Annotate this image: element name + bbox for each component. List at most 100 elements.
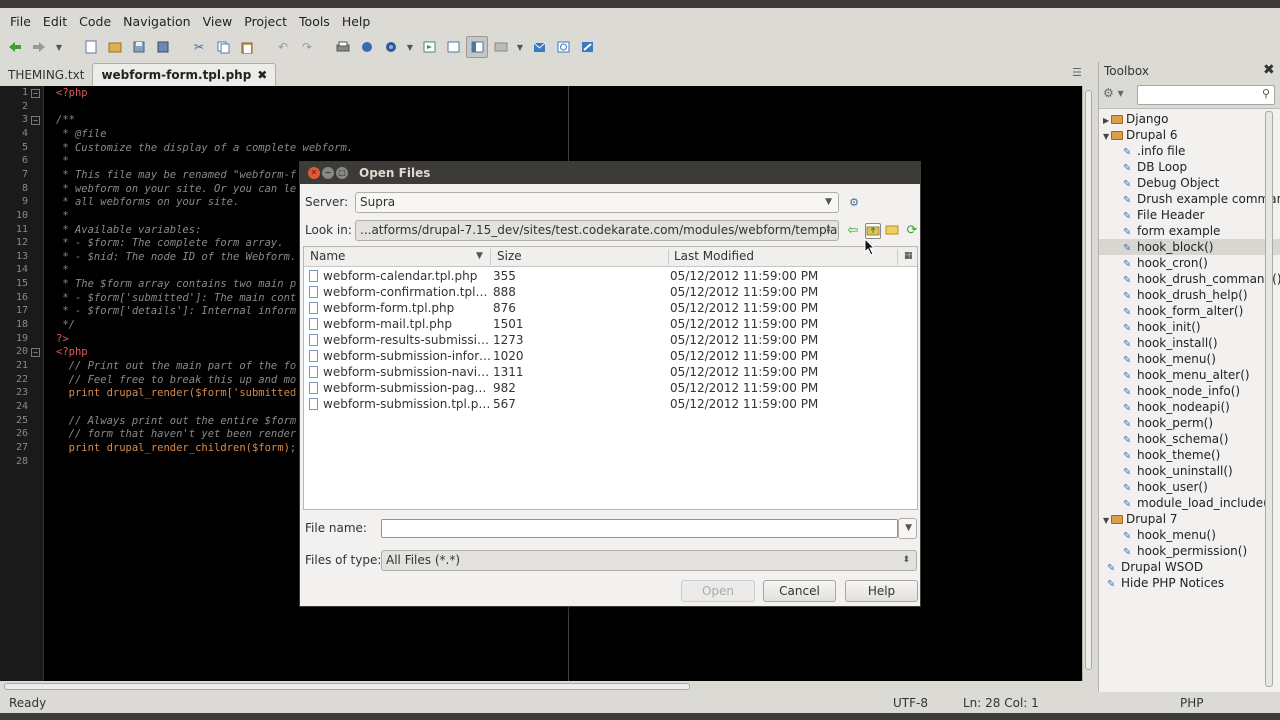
fold-toggle-icon[interactable]: − bbox=[31, 89, 40, 98]
tab-list-icon[interactable]: ☰ bbox=[1072, 66, 1082, 79]
toolbox-snippet[interactable]: ✎ hook_uninstall() bbox=[1099, 463, 1280, 479]
help-button[interactable]: Help bbox=[845, 580, 918, 602]
run-icon[interactable] bbox=[418, 36, 440, 58]
open-file-icon[interactable] bbox=[104, 36, 126, 58]
toolbox-folder[interactable]: ▶ Django bbox=[1099, 111, 1280, 127]
forward-icon[interactable] bbox=[28, 36, 50, 58]
toolbox-snippet[interactable]: ✎ hook_install() bbox=[1099, 335, 1280, 351]
cut-icon[interactable]: ✂ bbox=[188, 36, 210, 58]
new-file-icon[interactable] bbox=[80, 36, 102, 58]
toolbox-snippet[interactable]: ✎ module_load_include() bbox=[1099, 495, 1280, 511]
sync-icon[interactable] bbox=[552, 36, 574, 58]
toolbox-folder[interactable]: ▼ Drupal 7 bbox=[1099, 511, 1280, 527]
toolbox-snippet[interactable]: ✎ hook_drush_command() bbox=[1099, 271, 1280, 287]
menu-code[interactable]: Code bbox=[73, 14, 117, 29]
toolbox-snippet[interactable]: ✎ Debug Object bbox=[1099, 175, 1280, 191]
file-row[interactable]: webform-submission-inform... 1020 05/12/20… bbox=[304, 348, 917, 364]
toolbox-folder[interactable]: ▼ Drupal 6 bbox=[1099, 127, 1280, 143]
gear-icon[interactable]: ⚙ ▾ bbox=[1103, 86, 1133, 104]
paste-icon[interactable] bbox=[236, 36, 258, 58]
refresh-icon[interactable]: ⟳ bbox=[904, 223, 920, 239]
tools-icon[interactable] bbox=[576, 36, 598, 58]
fold-toggle-icon[interactable]: − bbox=[31, 348, 40, 358]
tab-webform-form-tpl-php[interactable]: webform-form.tpl.php ✖ bbox=[92, 63, 277, 86]
close-tab-icon[interactable]: ✖ bbox=[257, 68, 267, 82]
column-last-modified[interactable]: Last Modified bbox=[674, 249, 754, 263]
toolbox-snippet[interactable]: ✎ hook_drush_help() bbox=[1099, 287, 1280, 303]
browser-icon[interactable] bbox=[380, 36, 402, 58]
menu-tools[interactable]: Tools bbox=[293, 14, 336, 29]
menu-edit[interactable]: Edit bbox=[37, 14, 73, 29]
column-size[interactable]: Size bbox=[497, 249, 522, 263]
file-row[interactable]: webform-form.tpl.php 876 05/12/2012 11:59:… bbox=[304, 300, 917, 316]
save-all-icon[interactable] bbox=[152, 36, 174, 58]
file-row[interactable]: webform-calendar.tpl.php 355 05/12/2012 11… bbox=[304, 268, 917, 284]
toolbox-search-input[interactable]: ⚲ bbox=[1137, 85, 1275, 105]
editor-horizontal-scrollbar[interactable] bbox=[0, 681, 1094, 692]
tab-theming-txt[interactable]: THEMING.txt bbox=[0, 63, 92, 86]
toggle-panel-icon[interactable] bbox=[466, 36, 488, 58]
server-config-icon[interactable]: ⚙ bbox=[846, 195, 862, 211]
column-name[interactable]: Name bbox=[310, 249, 345, 263]
copy-icon[interactable] bbox=[212, 36, 234, 58]
toolbox-snippet[interactable]: ✎Drush example commands bbox=[1099, 191, 1280, 207]
file-row[interactable]: webform-results-submission... 1273 05/12/2… bbox=[304, 332, 917, 348]
back-icon[interactable] bbox=[4, 36, 26, 58]
filetype-select[interactable]: All Files (*.*) ⬍ bbox=[381, 550, 917, 571]
toolbox-snippet[interactable]: ✎ hook_theme() bbox=[1099, 447, 1280, 463]
filename-history-dropdown[interactable]: ▼ bbox=[898, 518, 917, 539]
menu-help[interactable]: Help bbox=[336, 14, 377, 29]
menu-view[interactable]: View bbox=[197, 14, 239, 29]
toolbox-scrollbar[interactable] bbox=[1263, 109, 1275, 691]
toolbox-snippet[interactable]: ✎ hook_user() bbox=[1099, 479, 1280, 495]
toolbox-snippet[interactable]: ✎ hook_nodeapi() bbox=[1099, 399, 1280, 415]
column-chooser-icon[interactable]: ▦ bbox=[904, 251, 913, 261]
file-row[interactable]: webform-submission-naviga... 1311 05/12/20… bbox=[304, 364, 917, 380]
menu-file[interactable]: File bbox=[4, 14, 37, 29]
toolbox-snippet[interactable]: ✎ hook_permission() bbox=[1099, 543, 1280, 559]
cancel-button[interactable]: Cancel bbox=[763, 580, 836, 602]
toolbox-snippet[interactable]: ✎ hook_init() bbox=[1099, 319, 1280, 335]
toolbox-snippet[interactable]: ✎ hook_cron() bbox=[1099, 255, 1280, 271]
toolbox-snippet[interactable]: ✎ hook_menu() bbox=[1099, 351, 1280, 367]
toolbox-snippet[interactable]: ✎ hook_form_alter() bbox=[1099, 303, 1280, 319]
server-select[interactable]: Supra ▼ bbox=[355, 192, 839, 213]
toolbox-snippet[interactable]: ✎ Hide PHP Notices bbox=[1099, 575, 1280, 591]
browser-dropdown-icon[interactable]: ▼ bbox=[404, 36, 416, 58]
toolbox-snippet[interactable]: ✎ hook_menu() bbox=[1099, 527, 1280, 543]
lookin-select[interactable]: ...atforms/drupal-7.15_dev/sites/test.co… bbox=[355, 220, 839, 241]
history-dropdown-icon[interactable]: ▼ bbox=[52, 36, 66, 58]
menu-project[interactable]: Project bbox=[238, 14, 293, 29]
toolbox-snippet[interactable]: ✎ .info file bbox=[1099, 143, 1280, 159]
minimize-icon[interactable]: − bbox=[322, 167, 334, 179]
maximize-icon[interactable]: □ bbox=[336, 167, 348, 179]
toolbox-snippet[interactable]: ✎ hook_menu_alter() bbox=[1099, 367, 1280, 383]
up-folder-icon[interactable] bbox=[865, 223, 881, 239]
file-row[interactable]: webform-submission.tpl.php 567 05/12/2012 … bbox=[304, 396, 917, 412]
toolbox-snippet[interactable]: ✎ DB Loop bbox=[1099, 159, 1280, 175]
print-icon[interactable] bbox=[332, 36, 354, 58]
back-icon[interactable]: ⇦ bbox=[845, 223, 861, 239]
toolbox-snippet[interactable]: ✎ hook_block() bbox=[1099, 239, 1280, 255]
layout-icon[interactable] bbox=[490, 36, 512, 58]
encoding-status[interactable]: UTF-8 bbox=[893, 696, 928, 710]
new-folder-icon[interactable] bbox=[884, 223, 900, 239]
close-icon[interactable]: ✕ bbox=[308, 167, 320, 179]
save-icon[interactable] bbox=[128, 36, 150, 58]
layout-dropdown-icon[interactable]: ▼ bbox=[514, 36, 526, 58]
help-icon[interactable] bbox=[356, 36, 378, 58]
file-row[interactable]: webform-confirmation.tpl.php 888 05/12/201… bbox=[304, 284, 917, 300]
file-row[interactable]: webform-submission-page.t... 982 05/12/201… bbox=[304, 380, 917, 396]
toolbox-snippet[interactable]: ✎ File Header bbox=[1099, 207, 1280, 223]
file-row[interactable]: webform-mail.tpl.php 1501 05/12/2012 11:59… bbox=[304, 316, 917, 332]
toolbox-snippet[interactable]: ✎ form example bbox=[1099, 223, 1280, 239]
toolbox-snippet[interactable]: ✎ Drupal WSOD bbox=[1099, 559, 1280, 575]
toolbox-snippet[interactable]: ✎ hook_schema() bbox=[1099, 431, 1280, 447]
toolbox-snippet[interactable]: ✎ hook_perm() bbox=[1099, 415, 1280, 431]
undo-icon[interactable]: ↶ bbox=[272, 36, 294, 58]
close-icon[interactable]: ✖ bbox=[1263, 62, 1275, 78]
redo-icon[interactable]: ↷ bbox=[296, 36, 318, 58]
toolbox-snippet[interactable]: ✎ hook_node_info() bbox=[1099, 383, 1280, 399]
email-icon[interactable] bbox=[528, 36, 550, 58]
file-list[interactable]: Name ▼ Size Last Modified ▦ webform-cale… bbox=[303, 246, 918, 510]
